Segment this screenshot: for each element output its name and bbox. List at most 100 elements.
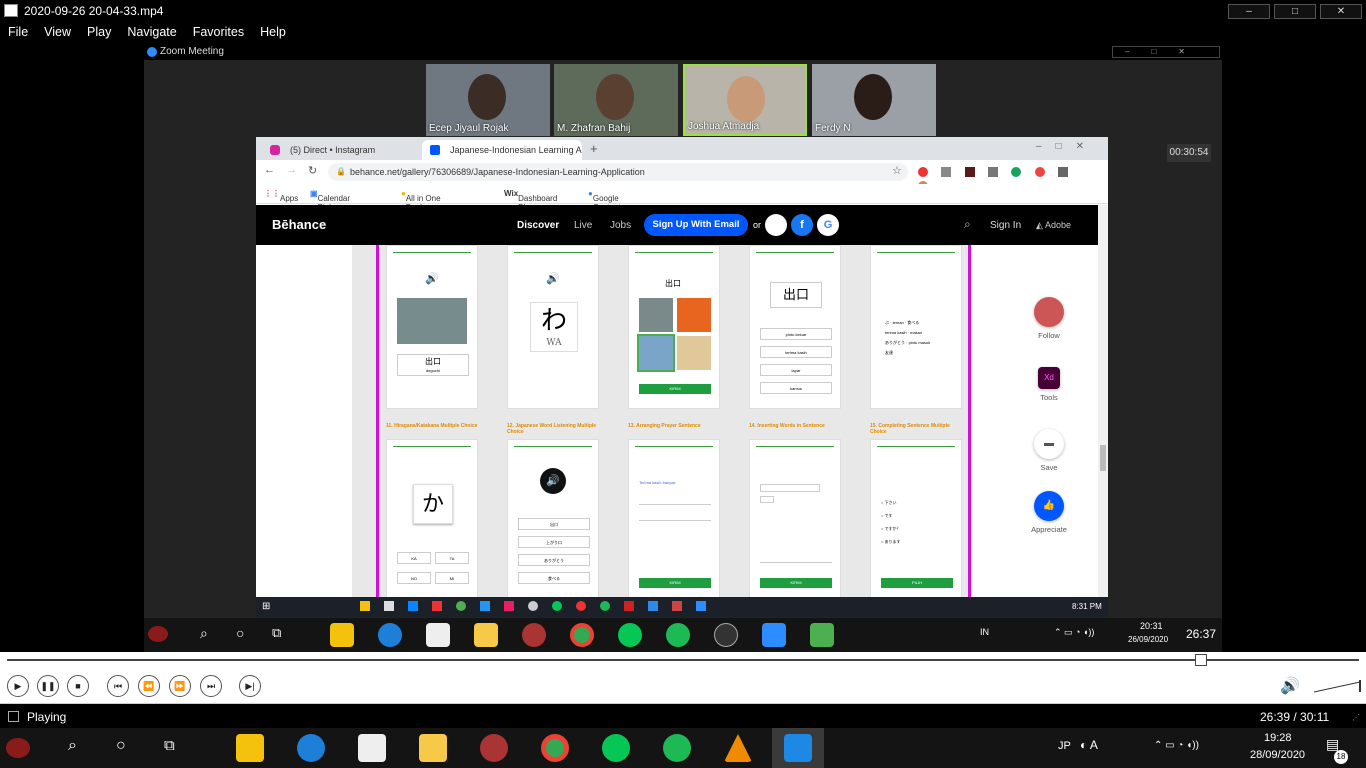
- nav-live[interactable]: Live: [574, 220, 592, 231]
- bookmark-calendar[interactable]: ▣ Calendar Pinhome: [310, 189, 350, 212]
- spotify-icon[interactable]: [666, 623, 690, 647]
- maximize-button[interactable]: □: [1274, 4, 1316, 19]
- fast-forward-button[interactable]: ⏩: [169, 675, 191, 697]
- bookmark-apps[interactable]: ⋮⋮ Apps: [264, 189, 298, 203]
- menu-view[interactable]: View: [36, 22, 79, 39]
- new-tab-button[interactable]: +: [590, 141, 598, 156]
- close-button[interactable]: ✕: [1320, 4, 1362, 19]
- reload-icon[interactable]: ↻: [308, 164, 317, 177]
- store-icon[interactable]: [358, 734, 386, 762]
- menu-play[interactable]: Play: [79, 22, 119, 39]
- remote-inner-taskbar: ⊞ 8:31 PM: [256, 597, 1108, 617]
- behance-logo[interactable]: Bēhance: [272, 217, 326, 232]
- android-icon[interactable]: [810, 623, 834, 647]
- browser-window-controls[interactable]: –□✕: [1036, 141, 1098, 152]
- google-signin-button[interactable]: G: [817, 214, 839, 236]
- forward-arrow-icon[interactable]: →: [286, 164, 297, 176]
- appreciate-button[interactable]: 👍 Appreciate: [1016, 491, 1082, 534]
- kanji-prompt: 出口: [665, 279, 681, 288]
- line-icon[interactable]: [602, 734, 630, 762]
- volume-slider[interactable]: [1312, 678, 1362, 694]
- system-tray-icons[interactable]: ⌃ ▭ ◔ ◖)): [1154, 740, 1199, 751]
- project-image[interactable]: 🔊 出口 deguchi 🔊 わ WA 出口 KIRIM 出口 pintu ke…: [352, 245, 971, 597]
- zoom-window-controls[interactable]: –□✕: [1112, 46, 1220, 58]
- spotify-icon[interactable]: [663, 734, 691, 762]
- menu-help[interactable]: Help: [252, 22, 294, 39]
- page-scrollbar[interactable]: [1098, 205, 1108, 597]
- menu-navigate[interactable]: Navigate: [119, 22, 184, 39]
- nav-jobs[interactable]: Jobs: [610, 220, 631, 231]
- previous-button[interactable]: ⏮: [107, 675, 129, 697]
- cortana-icon[interactable]: ○: [236, 625, 244, 641]
- speaker-icon: 🔊: [425, 273, 439, 285]
- taskbar-app-icons[interactable]: [360, 601, 780, 613]
- file-explorer-icon[interactable]: [474, 623, 498, 647]
- search-icon[interactable]: ⌕: [68, 737, 77, 755]
- save-button[interactable]: ▬ Save: [1016, 429, 1082, 472]
- seek-bar[interactable]: [0, 652, 1366, 670]
- system-tray-icons[interactable]: ⌃ ▭ ◔ ◖)): [1054, 627, 1094, 638]
- bookmark-all-in-one[interactable]: ● All in One Bookmar...: [401, 189, 444, 212]
- zoom-title-bar: Zoom Meeting –□✕: [144, 44, 1222, 60]
- participant-tile[interactable]: M. Zhafran Bahij: [554, 64, 678, 136]
- tab-behance[interactable]: Japanese-Indonesian Learning A: [422, 140, 582, 160]
- search-icon[interactable]: ⌕: [964, 217, 971, 232]
- adobe-link[interactable]: ◭ Adobe: [1036, 220, 1071, 231]
- zoom-app-icon[interactable]: [762, 623, 786, 647]
- minimize-button[interactable]: –: [1228, 4, 1270, 19]
- screen-card: ○ 下さい ○ です ○ ですか？ ○ あります PILIH: [870, 439, 962, 597]
- sticky-notes-icon[interactable]: [330, 623, 354, 647]
- store-icon[interactable]: [426, 623, 450, 647]
- seek-track[interactable]: [7, 659, 1359, 661]
- play-button[interactable]: ▶: [7, 675, 29, 697]
- extension-icons[interactable]: [918, 166, 1088, 191]
- participant-tile[interactable]: Ferdy N: [812, 64, 936, 136]
- participant-tile[interactable]: Ecep Jiyaul Rojak: [426, 64, 550, 136]
- frame-step-button[interactable]: ▶|: [239, 675, 261, 697]
- seek-thumb[interactable]: [1194, 654, 1207, 666]
- back-arrow-icon[interactable]: ←: [264, 164, 275, 176]
- task-view-icon[interactable]: ⧉: [164, 737, 175, 754]
- sticky-notes-icon[interactable]: [236, 734, 264, 762]
- facebook-signin-button[interactable]: f: [791, 214, 813, 236]
- file-explorer-icon[interactable]: [419, 734, 447, 762]
- ime-icons[interactable]: ◐ A: [1080, 738, 1098, 752]
- participant-tile-active-speaker[interactable]: Joshua Atmadja: [683, 64, 807, 136]
- edge-icon[interactable]: [378, 623, 402, 647]
- star-icon[interactable]: ☆: [892, 164, 902, 177]
- vlc-icon[interactable]: [724, 734, 752, 762]
- menu-file[interactable]: File: [0, 22, 36, 39]
- sign-in-link[interactable]: Sign In: [990, 220, 1021, 231]
- screen-card: 出口 pintu keluar terima kasih lapar kamus: [749, 245, 841, 409]
- media-icon[interactable]: [480, 734, 508, 762]
- tools-button[interactable]: Xd Tools: [1016, 367, 1082, 402]
- follow-button[interactable]: Follow: [1016, 297, 1082, 340]
- nav-discover[interactable]: Discover: [517, 220, 559, 231]
- bookmark-dashboard[interactable]: Wix Dashboard Blog: [504, 189, 557, 212]
- chrome-icon[interactable]: [541, 734, 569, 762]
- line-icon[interactable]: [618, 623, 642, 647]
- chrome-icon[interactable]: [570, 623, 594, 647]
- edge-icon[interactable]: [297, 734, 325, 762]
- cortana-icon[interactable]: ○: [116, 737, 126, 755]
- host-lang[interactable]: JP: [1058, 740, 1071, 752]
- windows-start-icon[interactable]: ⊞: [262, 601, 270, 612]
- media-player-icon[interactable]: [784, 734, 812, 762]
- address-bar[interactable]: 🔒 behance.net/gallery/76306689/Japanese-…: [328, 163, 908, 181]
- task-view-icon[interactable]: ⧉: [272, 625, 281, 641]
- search-icon[interactable]: ⌕: [200, 625, 208, 642]
- start-logo-icon[interactable]: [6, 738, 30, 758]
- volume-icon[interactable]: 🔊: [1280, 676, 1300, 696]
- next-button[interactable]: ⏭: [200, 675, 222, 697]
- stop-button[interactable]: ■: [67, 675, 89, 697]
- tab-instagram[interactable]: (5) Direct • Instagram: [262, 140, 422, 160]
- sign-up-with-email-button[interactable]: Sign Up With Email: [644, 214, 748, 236]
- menu-favorites[interactable]: Favorites: [185, 22, 252, 39]
- bookmark-google-contacts[interactable]: ● Google Contacts: [588, 189, 624, 212]
- apple-signin-button[interactable]: [765, 214, 787, 236]
- rewind-button[interactable]: ⏪: [138, 675, 160, 697]
- media-icon[interactable]: [522, 623, 546, 647]
- obs-icon[interactable]: [714, 623, 738, 647]
- pause-button[interactable]: ❚❚: [37, 675, 59, 697]
- scrollbar-thumb[interactable]: [1100, 445, 1106, 471]
